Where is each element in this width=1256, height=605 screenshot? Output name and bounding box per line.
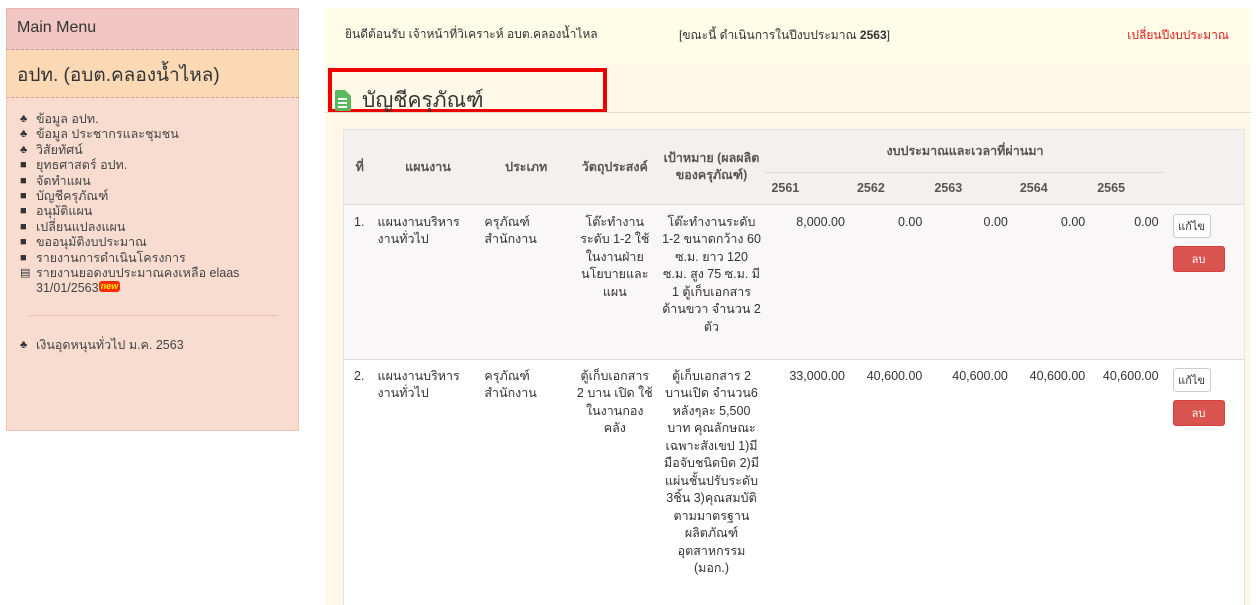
col-header-type: ประเภท <box>480 130 573 204</box>
change-budget-year-link[interactable]: เปลี่ยนปีงบประมาณ <box>1127 26 1229 45</box>
col-header-year: 2564 <box>1013 172 1092 204</box>
sidebar-divider <box>28 314 278 316</box>
budget-note-prefix: [ขณะนี้ ดำเนินการในปีงบประมาณ <box>679 28 860 42</box>
cell-plan: แผนงานบริหารงานทั่วไป <box>375 359 481 605</box>
cell-budget-2564: 0.00 <box>1013 204 1092 359</box>
cell-budget-2561: 33,000.00 <box>765 359 851 605</box>
sidebar-item-label: ข้อมูล ประชากรและชุมชน <box>36 127 179 142</box>
equipment-table-panel: ที่ แผนงาน ประเภท วัตถุประสงค์ เป้าหมาย … <box>343 129 1245 605</box>
sidebar-item[interactable]: ■ ยุทธศาสตร์ อปท. <box>20 158 286 173</box>
cell-no: 2. <box>344 359 376 605</box>
edit-button[interactable]: แก้ไข <box>1172 213 1211 238</box>
table-row: 2. แผนงานบริหารงานทั่วไป ครุภัณฑ์สำนักงา… <box>344 359 1244 605</box>
cell-target: โต๊ะทำงานระดับ 1-2 ขนาดกว้าง 60 ซ.ม. ยาว… <box>657 204 766 359</box>
cell-plan: แผนงานบริหารงานทั่วไป <box>375 204 481 359</box>
sidebar-item[interactable]: ♣ ข้อมูล อปท. <box>20 112 286 127</box>
cell-budget-2563: 40,600.00 <box>928 359 1014 605</box>
cell-budget-2562: 40,600.00 <box>850 359 929 605</box>
cell-type: ครุภัณฑ์สำนักงาน <box>480 359 573 605</box>
col-header-year: 2561 <box>765 172 851 204</box>
cell-budget-2563: 0.00 <box>928 204 1014 359</box>
sidebar-item-label: จัดทำแผน <box>36 173 91 188</box>
col-header-year: 2562 <box>850 172 929 204</box>
sitemap-icon: ♣ <box>20 113 28 125</box>
main-menu-header: Main Menu <box>6 8 299 50</box>
cell-budget-2565: 0.00 <box>1091 204 1165 359</box>
sidebar-item[interactable]: ■ บัญชีครุภัณฑ์ <box>20 189 286 204</box>
sidebar-item-label: วิสัยทัศน์ <box>36 142 83 157</box>
cell-no: 1. <box>344 204 376 359</box>
delete-button[interactable]: ลบ <box>1172 399 1225 426</box>
file-icon: ▤ <box>20 267 31 280</box>
sidebar-item-label: บัญชีครุภัณฑ์ <box>36 189 109 204</box>
cell-objective: ตู้เก็บเอกสาร 2 บาน เปิด ใช้ในงานกองคลัง <box>572 359 658 605</box>
col-header-no: ที่ <box>344 130 376 204</box>
sitemap-icon: ♣ <box>20 143 28 156</box>
bookmark-icon: ■ <box>20 220 27 233</box>
sitemap-icon: ♣ <box>20 128 28 141</box>
sidebar-item-label: เงินอุดหนุนทั่วไป ม.ค. 2563 <box>36 337 184 352</box>
title-divider <box>325 112 1251 113</box>
sidebar-item-general-subsidy[interactable]: ♣ เงินอุดหนุนทั่วไป ม.ค. 2563 <box>20 338 286 353</box>
bookmark-icon: ■ <box>20 174 27 187</box>
bookmark-icon: ■ <box>20 205 27 218</box>
cell-budget-2565: 40,600.00 <box>1091 359 1165 605</box>
col-header-actions <box>1164 130 1244 204</box>
cell-actions: แก้ไข ลบ <box>1164 204 1244 359</box>
sidebar-item-label: เปลี่ยนแปลงแผน <box>36 219 126 234</box>
bookmark-icon: ■ <box>20 236 27 249</box>
cell-budget-2564: 40,600.00 <box>1013 359 1092 605</box>
col-header-year: 2565 <box>1091 172 1165 204</box>
welcome-text: ยินดีต้อนรับ เจ้าหน้าที่วิเคราะห์ อบต.คล… <box>345 27 598 41</box>
budget-year: 2563 <box>859 28 887 42</box>
top-info-bar: ยินดีต้อนรับ เจ้าหน้าที่วิเคราะห์ อบต.คล… <box>325 8 1251 64</box>
col-header-budget-group: งบประมาณและเวลาที่ผ่านมา <box>765 130 1165 173</box>
sidebar-item[interactable]: ■ รายงานการดำเนินโครงการ <box>20 251 286 266</box>
col-header-year: 2563 <box>928 172 1014 204</box>
sidebar-item-label: ยุทธศาสตร์ อปท. <box>36 158 128 173</box>
sidebar: Main Menu อปท. (อบต.คลองน้ำไหล) ♣ ข้อมูล … <box>6 8 299 431</box>
sidebar-item[interactable]: ■ เปลี่ยนแปลงแผน <box>20 220 286 235</box>
col-header-plan: แผนงาน <box>375 130 481 204</box>
document-icon <box>335 90 351 111</box>
sidebar-menu: ♣ ข้อมูล อปท. ♣ ข้อมูล ประชากรและชุมชน ♣ วิสั… <box>6 98 299 431</box>
table-row: 1. แผนงานบริหารงานทั่วไป ครุภัณฑ์สำนักงา… <box>344 204 1244 359</box>
sidebar-item-budget-report[interactable]: ▤ รายงานยอดงบประมาณคงเหลือ elaas 31/01/2… <box>20 266 286 297</box>
bookmark-icon: ■ <box>20 159 27 172</box>
budget-year-note: [ขณะนี้ ดำเนินการในปีงบประมาณ 2563] <box>679 26 890 45</box>
budget-note-suffix: ] <box>886 28 890 42</box>
edit-button[interactable]: แก้ไข <box>1172 367 1211 392</box>
sidebar-item[interactable]: ♣ ข้อมูล ประชากรและชุมชน <box>20 127 286 142</box>
equipment-table: ที่ แผนงาน ประเภท วัตถุประสงค์ เป้าหมาย … <box>344 130 1244 605</box>
sitemap-icon: ♣ <box>20 338 28 351</box>
cell-objective: โต๊ะทำงานระดับ 1-2 ใช้ในงานฝ่ายนโยบายและ… <box>572 204 658 359</box>
sidebar-item[interactable]: ■ จัดทำแผน <box>20 174 286 189</box>
bookmark-icon: ■ <box>20 251 27 264</box>
col-header-target: เป้าหมาย (ผลผลิตของครุภัณฑ์) <box>657 130 766 204</box>
org-name: อปท. (อบต.คลองน้ำไหล) <box>6 50 299 98</box>
col-header-objective: วัตถุประสงค์ <box>572 130 658 204</box>
main-content: ยินดีต้อนรับ เจ้าหน้าที่วิเคราะห์ อบต.คล… <box>325 8 1251 605</box>
sidebar-item-label: รายงานการดำเนินโครงการ <box>36 250 186 265</box>
sidebar-item-label: ข้อมูล อปท. <box>36 112 99 126</box>
cell-actions: แก้ไข ลบ <box>1164 359 1244 605</box>
sidebar-item[interactable]: ♣ วิสัยทัศน์ <box>20 143 286 158</box>
delete-button[interactable]: ลบ <box>1172 245 1225 272</box>
sidebar-item[interactable]: ■ ขออนุมัติงบประมาณ <box>20 235 286 250</box>
new-badge: new <box>98 281 121 293</box>
sidebar-item[interactable]: ■ อนุมัติแผน <box>20 204 286 219</box>
sidebar-item-label: รายงานยอดงบประมาณคงเหลือ elaas 31/01/256… <box>36 266 240 296</box>
bookmark-icon: ■ <box>20 190 27 203</box>
cell-budget-2562: 0.00 <box>850 204 929 359</box>
sidebar-item-label: ขออนุมัติงบประมาณ <box>36 235 147 250</box>
sidebar-item-label: อนุมัติแผน <box>36 204 93 219</box>
cell-type: ครุภัณฑ์สำนักงาน <box>480 204 573 359</box>
cell-budget-2561: 8,000.00 <box>765 204 851 359</box>
cell-target: ตู้เก็บเอกสาร 2 บานเปิด จำนวน6 หลังๆละ 5… <box>657 359 766 605</box>
